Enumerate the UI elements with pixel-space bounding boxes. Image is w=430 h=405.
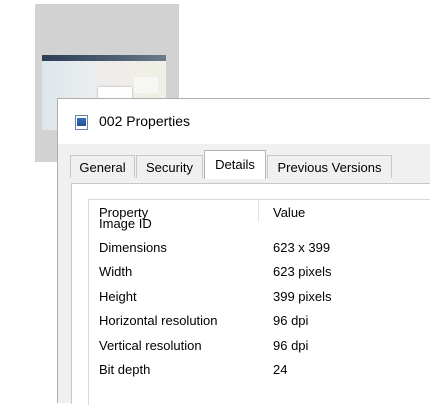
tab-security[interactable]: Security [136, 155, 203, 178]
list-row[interactable]: Horizontal resolution 96 dpi [89, 310, 430, 334]
tab-details[interactable]: Details [204, 150, 266, 179]
property-value: 96 dpi [273, 338, 309, 353]
property-value: 399 pixels [273, 289, 332, 304]
list-row[interactable]: Dimensions 623 x 399 [89, 237, 430, 261]
tab-general[interactable]: General [70, 155, 135, 178]
details-list[interactable]: Property Value Image ID Dimensions 623 x… [88, 199, 430, 405]
tab-previous-versions[interactable]: Previous Versions [267, 155, 392, 178]
property-name: Horizontal resolution [99, 313, 218, 328]
property-name: Bit depth [99, 362, 151, 377]
property-name: Vertical resolution [99, 338, 202, 353]
list-row[interactable]: Width 623 pixels [89, 261, 430, 285]
property-value: 623 x 399 [273, 240, 331, 255]
list-row[interactable]: Height 399 pixels [89, 286, 430, 310]
title-bar[interactable]: 002 Properties [58, 99, 430, 144]
window-title: 002 Properties [99, 113, 191, 129]
properties-dialog: 002 Properties General Security Details … [57, 98, 430, 405]
property-value: 24 [273, 362, 288, 377]
tab-strip: General Security Details Previous Versio… [58, 144, 430, 184]
property-name: Width [99, 264, 133, 279]
property-value: 623 pixels [273, 264, 332, 279]
list-row[interactable]: Image ID [89, 213, 430, 237]
image-file-icon [75, 115, 88, 130]
list-row[interactable]: Vertical resolution 96 dpi [89, 335, 430, 359]
list-row[interactable]: Bit depth 24 [89, 359, 430, 383]
property-name: Dimensions [99, 240, 167, 255]
property-name: Image ID [99, 216, 152, 231]
property-name: Height [99, 289, 137, 304]
details-panel: Property Value Image ID Dimensions 623 x… [71, 183, 430, 405]
property-value: 96 dpi [273, 313, 309, 328]
